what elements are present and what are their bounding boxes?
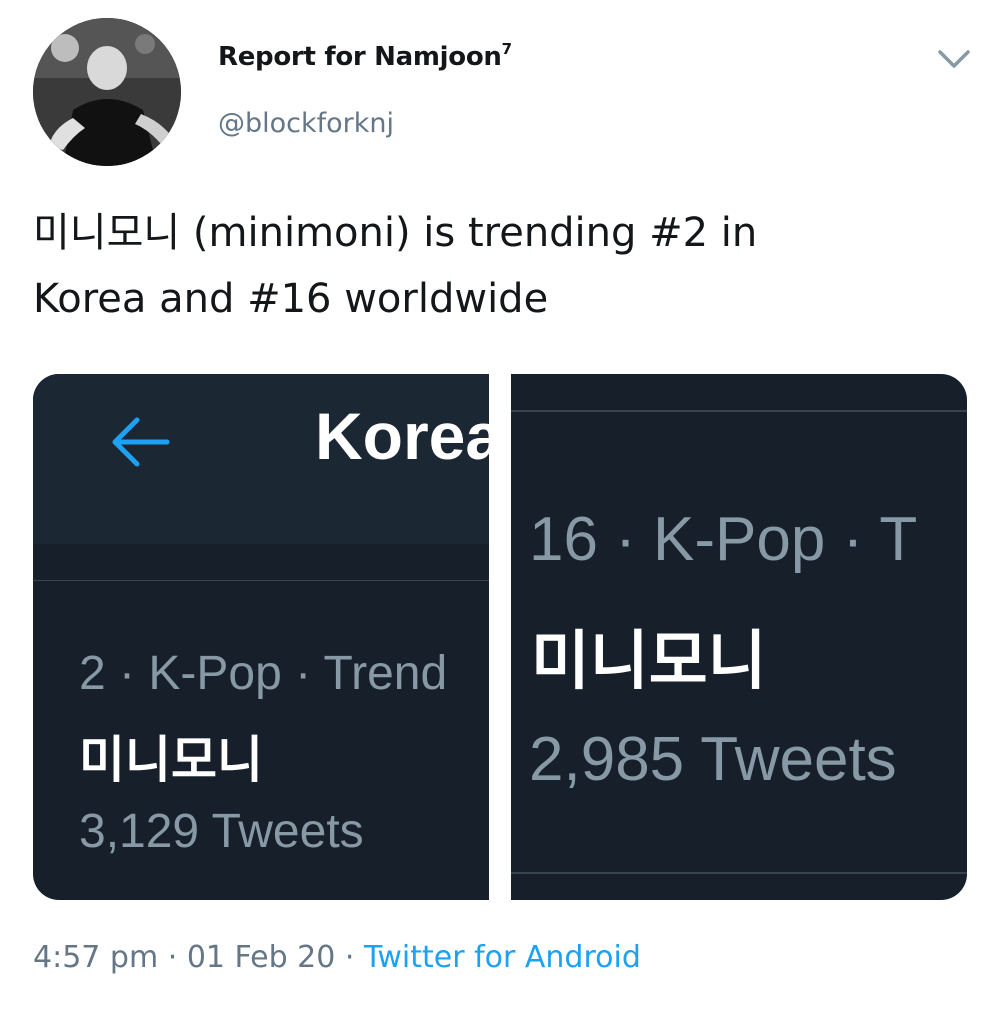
media-image-left[interactable]: Korea 2 · K-Pop · Trend 미니모니 3,129 Tweet… [33,374,489,900]
divider [33,580,489,581]
back-arrow-icon [107,412,173,472]
tweet-media[interactable]: Korea 2 · K-Pop · Trend 미니모니 3,129 Tweet… [33,374,967,900]
trend-name-right: 미니모니 [531,625,767,699]
tweet-text-line-1: 미니모니 (minimoni) is trending #2 in [33,210,758,256]
tweet-date[interactable]: 01 Feb 20 [187,940,336,975]
display-name[interactable]: Report for Namjoon7 [218,40,512,72]
divider [511,872,967,874]
tweet-text: 미니모니 (minimoni) is trending #2 in Korea … [33,200,963,332]
separator: · [167,940,178,975]
avatar[interactable] [33,18,181,166]
trend-name-left: 미니모니 [79,731,263,789]
trend-count-left: 3,129 Tweets [79,805,364,858]
separator: · [344,940,355,975]
tweet-source-link[interactable]: Twitter for Android [364,940,641,975]
trend-count-right: 2,985 Tweets [529,725,897,794]
media-image-right[interactable]: 16 · K-Pop · T 미니모니 2,985 Tweets [511,374,967,900]
user-handle[interactable]: @blockforknj [218,108,394,139]
tweet-text-line-2: Korea and #16 worldwide [33,276,549,322]
tweet: Report for Namjoon7 @blockforknj 미니모니 (m… [0,0,1000,1015]
divider [511,410,967,412]
trend-meta-right: 16 · K-Pop · T [529,505,918,574]
tweet-timestamp: 4:57 pm · 01 Feb 20 · Twitter for Androi… [33,940,641,975]
tweet-time[interactable]: 4:57 pm [33,940,158,975]
trend-meta-left: 2 · K-Pop · Trend [79,647,448,700]
avatar-image [33,18,181,166]
app-bar-title: Korea [315,399,489,473]
display-name-suffix: 7 [501,40,512,58]
display-name-text: Report for Namjoon [218,42,502,72]
chevron-down-icon[interactable] [936,44,972,72]
